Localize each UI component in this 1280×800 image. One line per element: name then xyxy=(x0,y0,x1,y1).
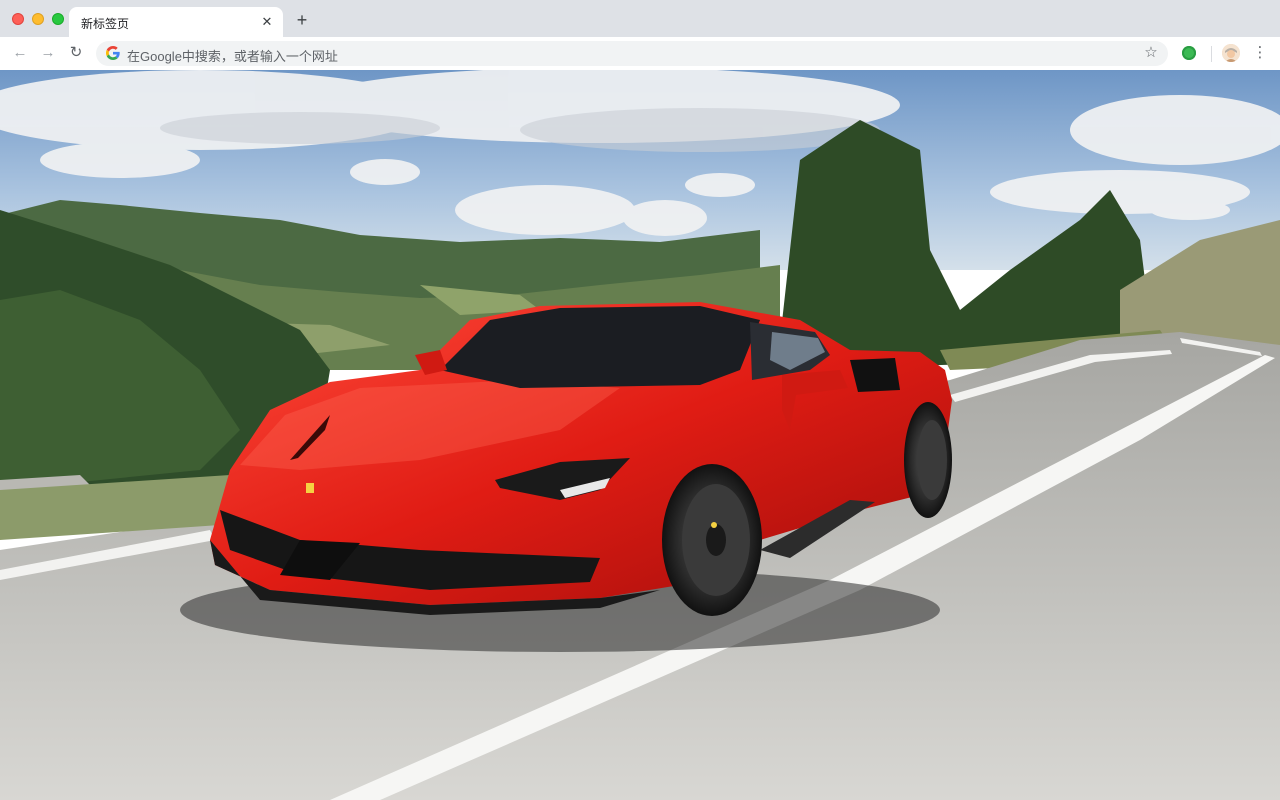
wallpaper-photo xyxy=(0,70,1280,800)
new-tab-wallpaper xyxy=(0,70,1280,800)
google-icon xyxy=(106,46,120,60)
more-menu-icon[interactable]: ⋮ xyxy=(1252,43,1268,63)
close-window-button[interactable] xyxy=(12,13,24,25)
forward-arrow-icon[interactable]: → xyxy=(38,43,58,63)
new-tab-icon[interactable]: + xyxy=(292,10,312,30)
reload-icon[interactable]: ↻ xyxy=(66,43,86,63)
tab-strip: 新标签页 ✕ + xyxy=(0,0,1280,37)
maximize-window-button[interactable] xyxy=(52,13,64,25)
close-icon[interactable]: ✕ xyxy=(259,14,275,30)
browser-window: 新标签页 ✕ + ← → ↻ 在Google中搜索，或者输入一个网址 ☆ ⋮ xyxy=(0,0,1280,800)
back-arrow-icon[interactable]: ← xyxy=(10,43,30,63)
extension-icon[interactable] xyxy=(1182,46,1196,60)
tab-new-tab[interactable]: 新标签页 ✕ xyxy=(69,7,283,37)
toolbar-divider xyxy=(1211,46,1212,62)
address-bar[interactable]: 在Google中搜索，或者输入一个网址 ☆ xyxy=(96,41,1168,66)
tab-title: 新标签页 xyxy=(81,17,130,31)
bookmark-star-icon[interactable]: ☆ xyxy=(1142,44,1160,62)
minimize-window-button[interactable] xyxy=(32,13,44,25)
browser-toolbar: ← → ↻ 在Google中搜索，或者输入一个网址 ☆ ⋮ xyxy=(0,37,1280,70)
profile-avatar-icon[interactable] xyxy=(1222,44,1240,62)
search-input[interactable]: 在Google中搜索，或者输入一个网址 xyxy=(127,46,338,65)
